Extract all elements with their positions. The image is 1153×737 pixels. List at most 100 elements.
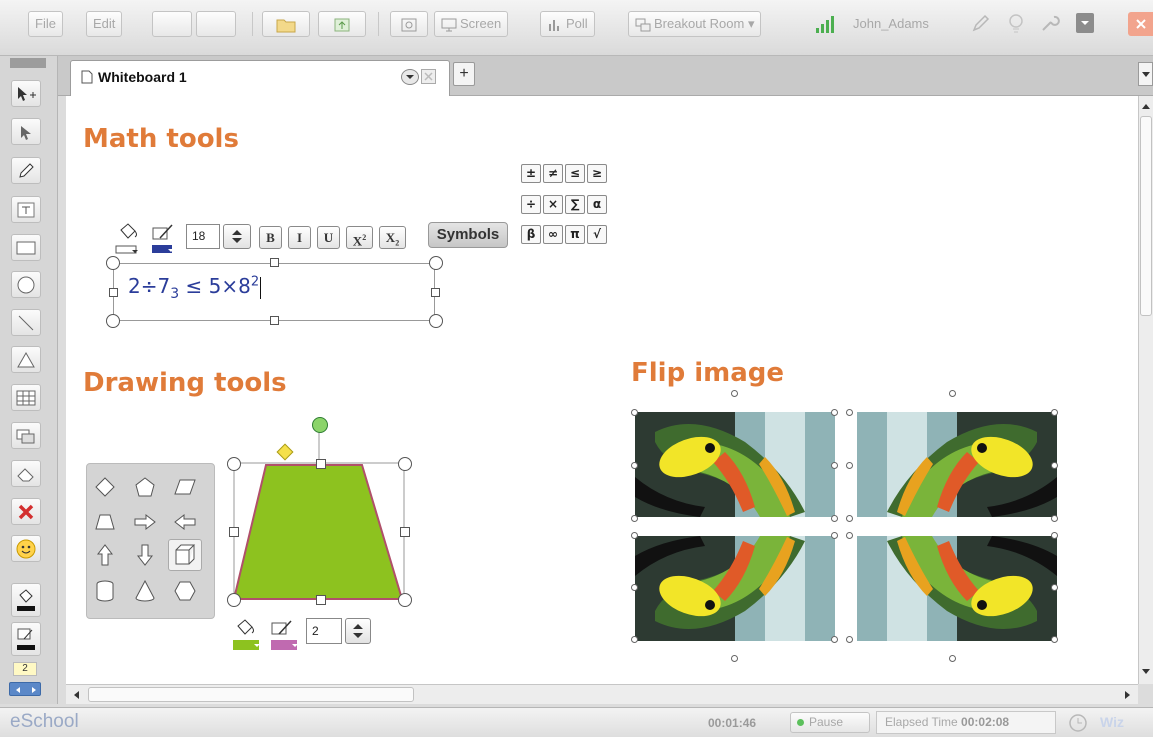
math-expression[interactable]: 2÷73 ≤ 5×82 [128,274,262,302]
font-size-input[interactable]: 18 [186,224,220,249]
tab-menu-button[interactable] [401,69,419,85]
arrow-left-shape-icon[interactable] [170,508,200,536]
table-tool-button[interactable] [11,384,41,411]
emoticon-tool-button[interactable] [11,535,41,562]
wrench-icon[interactable] [1038,12,1060,39]
symbol-plus-minus[interactable]: ± [521,164,541,183]
tab-close-button[interactable] [421,69,436,84]
text-tool-button[interactable] [11,196,41,223]
symbol-sum[interactable]: ∑ [565,195,585,214]
flip-handle[interactable] [831,532,838,539]
triangle-tool-button[interactable] [11,346,41,373]
blank-toolbar-button-2[interactable] [196,11,236,37]
diamond-shape-icon[interactable] [90,473,120,501]
text-color-button[interactable] [150,220,180,259]
flip-handle[interactable] [831,515,838,522]
flip-rotate-handle-right-top[interactable] [949,390,956,397]
line-tool-button[interactable] [11,309,41,336]
flip-handle[interactable] [631,636,638,643]
vertical-scroll-thumb[interactable] [1140,116,1152,316]
open-folder-button[interactable] [262,11,310,37]
trapezoid-shape-icon[interactable] [90,508,120,536]
layers-tool-button[interactable] [11,422,41,449]
eraser-tool-button[interactable] [11,460,41,487]
shape-line-color-button[interactable] [269,616,301,657]
trapezoid-drawing[interactable] [226,411,416,611]
resize-handle-bottom-left[interactable] [106,314,120,328]
flip-handle[interactable] [1051,584,1058,591]
symbol-beta[interactable]: β [521,225,541,244]
tab-whiteboard-1[interactable]: Whiteboard 1 [70,60,450,96]
symbol-multiply[interactable]: × [543,195,563,214]
symbol-pi[interactable]: π [565,225,585,244]
line-color-button[interactable] [11,622,41,656]
flip-handle[interactable] [1051,515,1058,522]
screen-share-button[interactable]: Screen [434,11,509,37]
settings-dropdown-icon[interactable] [1076,13,1094,33]
symbols-button[interactable]: Symbols [428,222,508,248]
flip-handle[interactable] [631,584,638,591]
trapezoid-handle-bottom[interactable] [316,595,326,605]
flip-handle[interactable] [1051,636,1058,643]
symbol-infinity[interactable]: ∞ [543,225,563,244]
cylinder-shape-icon[interactable] [90,577,120,605]
cone-shape-icon[interactable] [130,577,160,605]
tab-list-dropdown[interactable] [1138,62,1153,86]
resize-handle-top[interactable] [270,258,279,267]
flip-handle[interactable] [631,409,638,416]
flip-handle[interactable] [631,532,638,539]
line-width-value[interactable]: 2 [13,662,37,676]
blank-toolbar-button[interactable] [152,11,192,37]
shape-fill-color-button[interactable] [231,616,263,657]
resize-handle-top-right[interactable] [429,256,443,270]
trapezoid-handle-bottom-right[interactable] [398,593,412,607]
breakout-room-dropdown[interactable]: Breakout Room ▾ [628,11,762,37]
resize-handle-bottom[interactable] [270,316,279,325]
flip-handle[interactable] [846,532,853,539]
flip-handle[interactable] [631,462,638,469]
trapezoid-handle-bottom-left[interactable] [227,593,241,607]
symbol-not-equal[interactable]: ≠ [543,164,563,183]
move-tool-button[interactable] [11,80,41,107]
symbol-greater-equal[interactable]: ≥ [587,164,607,183]
flip-rotate-handle-left-bottom[interactable] [731,655,738,662]
flip-handle[interactable] [846,636,853,643]
vertical-scrollbar[interactable] [1138,96,1153,684]
horizontal-scrollbar[interactable] [66,684,1138,704]
whiteboard-canvas[interactable]: Math tools ± ≠ ≤ ≥ ÷ × ∑ α β ∞ π √ 18 B … [66,96,1138,684]
camera-button[interactable] [390,11,428,37]
resize-handle-left[interactable] [109,288,118,297]
flip-handle[interactable] [1051,462,1058,469]
text-fill-color-button[interactable] [114,220,144,259]
flip-handle[interactable] [1051,532,1058,539]
add-tab-button[interactable]: + [453,62,475,86]
line-width-stepper[interactable] [345,618,371,644]
wizard-icon[interactable] [1068,713,1088,737]
resize-handle-bottom-right[interactable] [429,314,443,328]
symbol-less-equal[interactable]: ≤ [565,164,585,183]
underline-button[interactable]: U [317,226,340,249]
flip-rotate-handle-right-bottom[interactable] [949,655,956,662]
resize-handle-top-left[interactable] [106,256,120,270]
trapezoid-handle-top-left[interactable] [227,457,241,471]
arrow-down-shape-icon[interactable] [130,541,160,569]
file-menu-button[interactable]: File [28,11,63,37]
pentagon-shape-icon[interactable] [130,473,160,501]
lightbulb-icon[interactable] [1005,12,1027,39]
flip-handle[interactable] [846,515,853,522]
flip-handle[interactable] [831,462,838,469]
flip-handle[interactable] [831,636,838,643]
italic-button[interactable]: I [288,226,311,249]
flip-rotate-handle-left-top[interactable] [731,390,738,397]
ellipse-tool-button[interactable] [11,271,41,298]
symbol-divide[interactable]: ÷ [521,195,541,214]
pencil-tool-button[interactable] [11,157,41,184]
pen-icon[interactable] [970,12,992,39]
superscript-button[interactable]: X2 [346,226,373,249]
symbol-sqrt[interactable]: √ [587,225,607,244]
pause-button[interactable]: Pause [790,712,870,733]
resize-handle-right[interactable] [431,288,440,297]
upload-button[interactable] [318,11,366,37]
flip-handle[interactable] [1051,409,1058,416]
edit-menu-button[interactable]: Edit [86,11,123,37]
